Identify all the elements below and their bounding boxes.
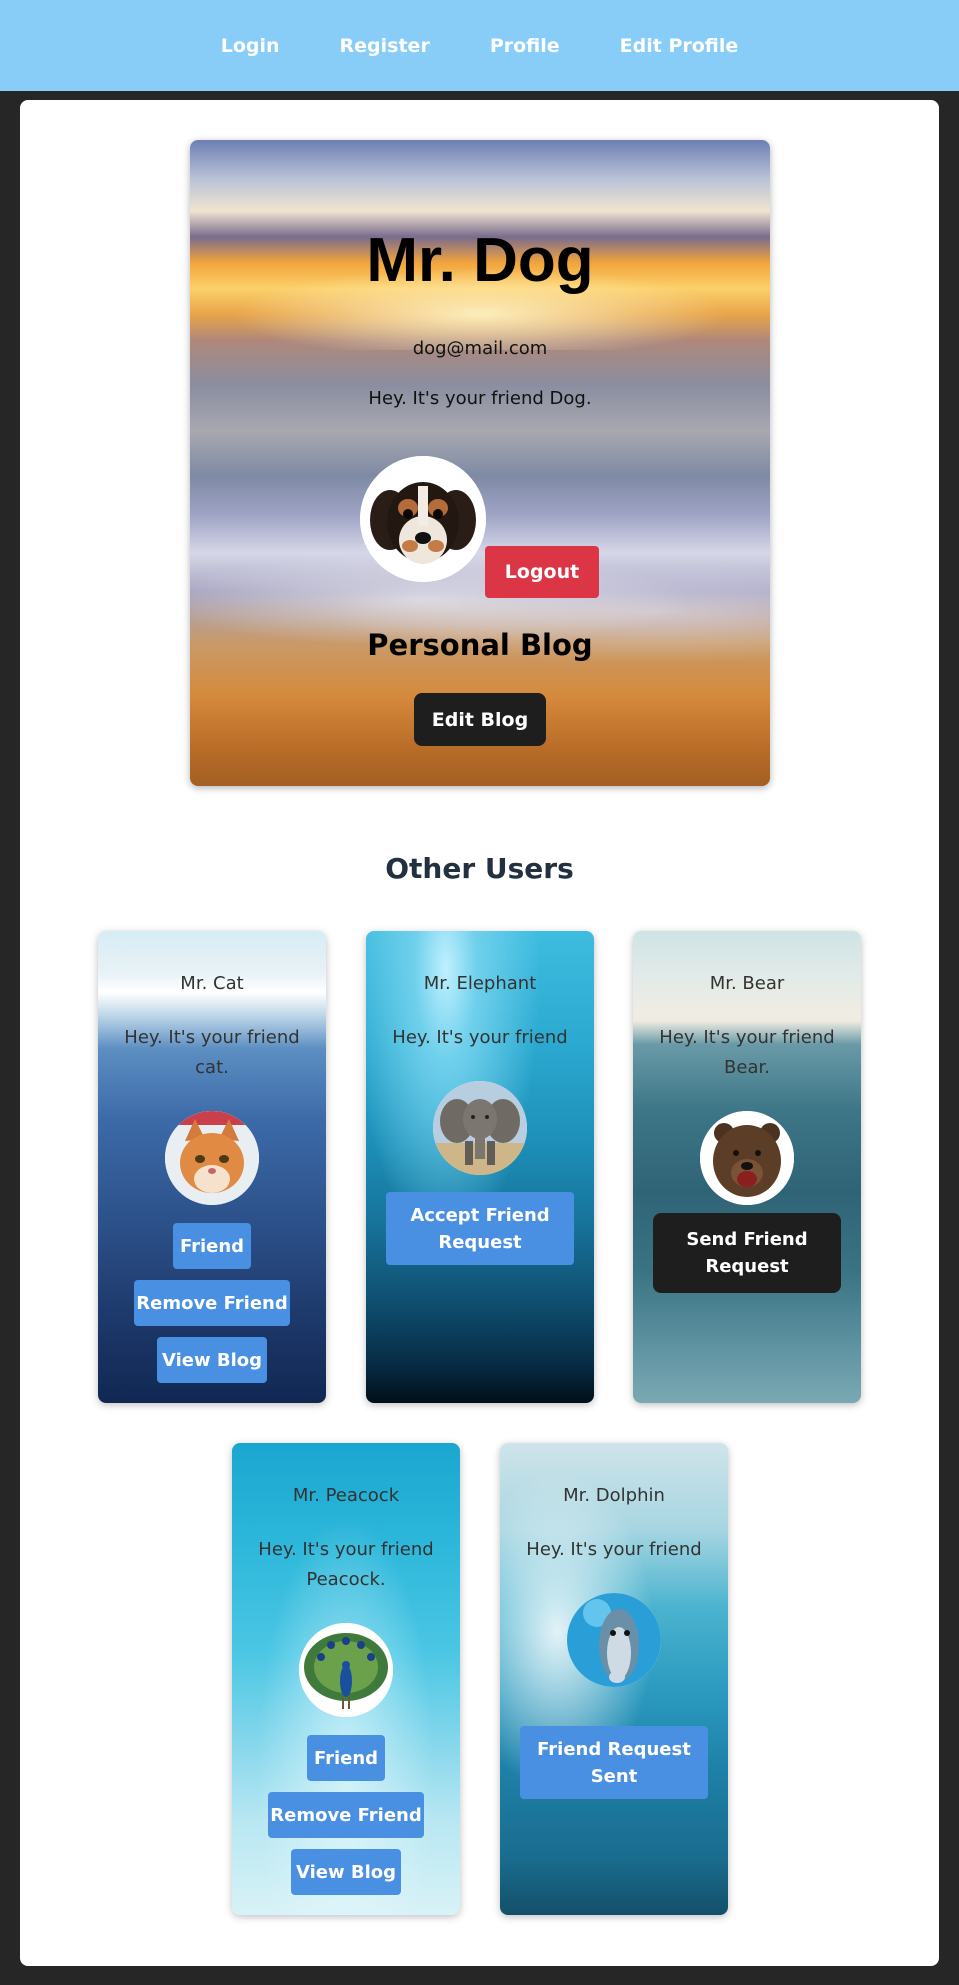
top-navbar: Login Register Profile Edit Profile [0, 0, 959, 91]
logout-button[interactable]: Logout [485, 546, 599, 598]
cat-avatar-image [165, 1111, 259, 1205]
user-bio: Hey. It's your friend [526, 1539, 702, 1560]
user-name: Mr. Cat [180, 973, 244, 994]
user-name: Mr. Elephant [423, 973, 537, 994]
accept-friend-request-button[interactable]: Accept Friend Request [386, 1192, 574, 1265]
nav-link-edit-profile[interactable]: Edit Profile [590, 35, 769, 57]
user-name: Mr. Peacock [292, 1485, 400, 1506]
profile-card: Mr. Dog dog@mail.com Hey. It's your frie… [190, 140, 770, 786]
user-bio: Hey. It's your friend Peacock. [258, 1539, 434, 1590]
user-bio: Hey. It's your friend Bear. [659, 1027, 835, 1078]
dog-avatar-image [360, 456, 486, 582]
dolphin-avatar-image [567, 1593, 661, 1687]
user-card-dolphin: Mr. Dolphin Hey. It's your friend Friend… [500, 1443, 728, 1915]
user-name: Mr. Bear [709, 973, 785, 994]
user-card-cat: Mr. Cat Hey. It's your friend cat. Frien… [98, 931, 326, 1403]
personal-blog-heading: Personal Blog [367, 628, 593, 662]
profile-bio: Hey. It's your friend Dog. [368, 388, 592, 409]
other-users-heading: Other Users [385, 852, 574, 885]
bear-avatar [700, 1111, 794, 1205]
profile-email: dog@mail.com [412, 338, 548, 359]
friend-request-sent-button[interactable]: Friend Request Sent [520, 1726, 708, 1799]
friend-button[interactable]: Friend [307, 1735, 385, 1781]
view-blog-button[interactable]: View Blog [157, 1337, 267, 1383]
elephant-avatar [433, 1081, 527, 1175]
peacock-avatar [299, 1623, 393, 1717]
friend-button[interactable]: Friend [173, 1223, 251, 1269]
user-card-elephant: Mr. Elephant Hey. It's your friend Accep… [366, 931, 594, 1403]
remove-friend-button[interactable]: Remove Friend [134, 1280, 290, 1326]
send-friend-request-button[interactable]: Send Friend Request [653, 1213, 841, 1293]
cat-avatar [165, 1111, 259, 1205]
profile-name: Mr. Dog [366, 226, 594, 295]
edit-blog-button[interactable]: Edit Blog [414, 693, 546, 746]
user-bio: Hey. It's your friend [392, 1027, 568, 1048]
nav-link-register[interactable]: Register [310, 35, 460, 57]
remove-friend-button[interactable]: Remove Friend [268, 1792, 424, 1838]
peacock-avatar-image [299, 1623, 393, 1717]
bear-avatar-image [700, 1111, 794, 1205]
nav-link-login[interactable]: Login [191, 35, 310, 57]
view-blog-button[interactable]: View Blog [291, 1849, 401, 1895]
main-content-card: Mr. Dog dog@mail.com Hey. It's your frie… [20, 100, 939, 1966]
nav-link-profile[interactable]: Profile [460, 35, 590, 57]
user-bio: Hey. It's your friend cat. [124, 1027, 300, 1078]
user-name: Mr. Dolphin [563, 1485, 665, 1506]
elephant-avatar-image [433, 1081, 527, 1175]
dolphin-avatar [567, 1593, 661, 1687]
dog-avatar [360, 456, 486, 582]
user-card-peacock: Mr. Peacock Hey. It's your friend Peacoc… [232, 1443, 460, 1915]
user-card-bear: Mr. Bear Hey. It's your friend Bear. Sen… [633, 931, 861, 1403]
